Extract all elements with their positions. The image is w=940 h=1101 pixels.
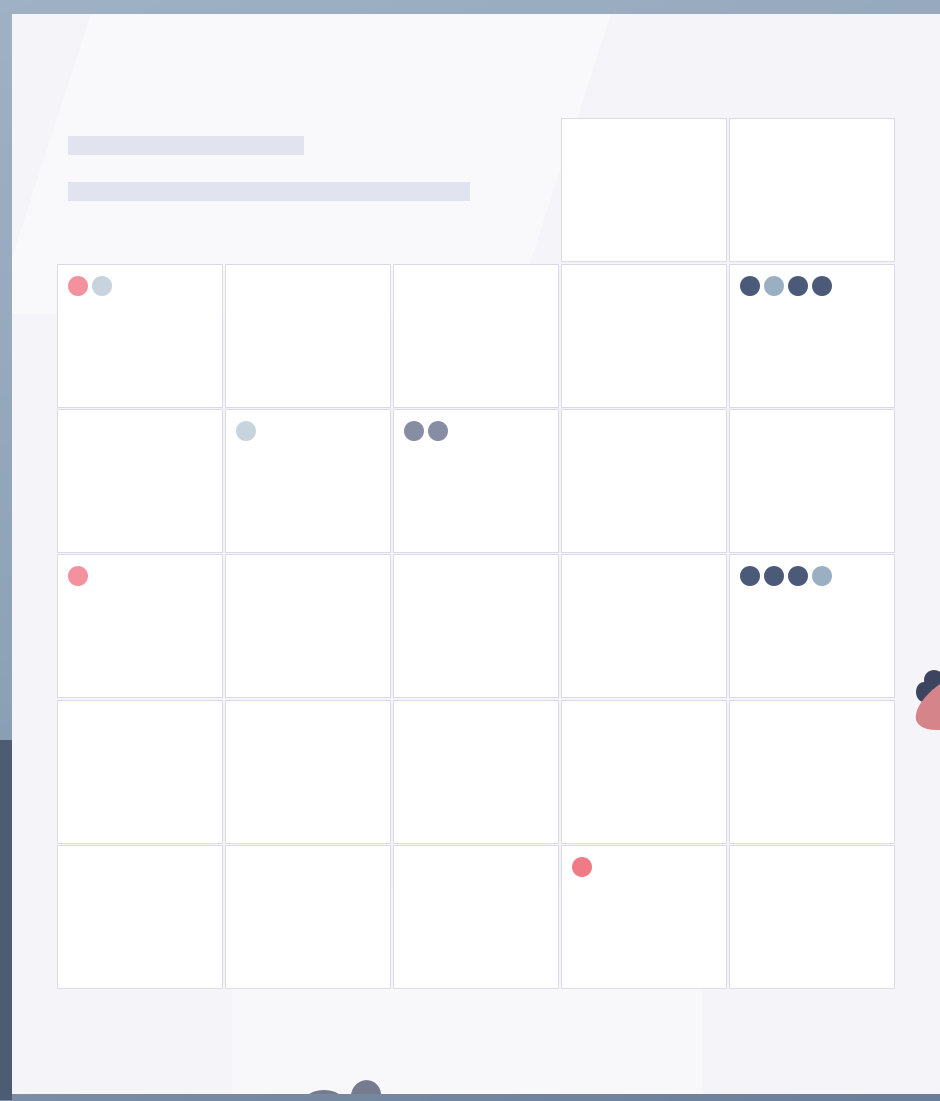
event-dot-icon [812, 276, 832, 296]
person-illustration-icon [915, 670, 940, 730]
subtitle-placeholder-bar [68, 182, 470, 201]
calendar-cell[interactable] [561, 700, 727, 844]
calendar-cell[interactable] [57, 264, 223, 408]
header-cell [729, 118, 895, 262]
calendar-cell[interactable] [57, 554, 223, 698]
calendar-cell[interactable] [561, 409, 727, 553]
event-dot-icon [68, 566, 88, 586]
event-dots [68, 566, 88, 586]
event-dot-icon [428, 421, 448, 441]
plant-leaves-icon [309, 1080, 382, 1094]
calendar-cell[interactable] [393, 700, 559, 844]
title-placeholder-bar [68, 136, 304, 155]
calendar-cell[interactable] [225, 409, 391, 553]
calendar-panel [12, 14, 940, 1094]
event-dot-icon [92, 276, 112, 296]
calendar-cell[interactable] [57, 700, 223, 844]
event-dot-icon [740, 566, 760, 586]
calendar-cell[interactable] [393, 845, 559, 989]
calendar-cell[interactable] [225, 554, 391, 698]
event-dots [740, 276, 832, 296]
event-dot-icon [788, 566, 808, 586]
calendar-cell[interactable] [561, 554, 727, 698]
calendar-cell[interactable] [561, 264, 727, 408]
calendar-cell[interactable] [57, 409, 223, 553]
event-dot-icon [236, 421, 256, 441]
event-dots [68, 276, 112, 296]
calendar-cell[interactable] [729, 700, 895, 844]
event-dot-icon [68, 276, 88, 296]
calendar-cell[interactable] [729, 554, 895, 698]
event-dots [740, 566, 832, 586]
event-dot-icon [740, 276, 760, 296]
event-dots [572, 857, 592, 877]
calendar-cell[interactable] [729, 409, 895, 553]
calendar-cell[interactable] [393, 409, 559, 553]
background-shape-left [0, 740, 12, 1100]
calendar-cell[interactable] [393, 264, 559, 408]
calendar-cell[interactable] [57, 845, 223, 989]
calendar-cell[interactable] [393, 554, 559, 698]
event-dots [236, 421, 256, 441]
calendar-cell[interactable] [225, 845, 391, 989]
event-dot-icon [764, 566, 784, 586]
calendar-cell[interactable] [225, 264, 391, 408]
event-dot-icon [764, 276, 784, 296]
calendar-cell[interactable] [561, 845, 727, 989]
calendar-cell[interactable] [729, 264, 895, 408]
event-dot-icon [572, 857, 592, 877]
event-dot-icon [788, 276, 808, 296]
event-dot-icon [404, 421, 424, 441]
header-cell [561, 118, 727, 262]
event-dots [404, 421, 448, 441]
calendar-cell[interactable] [729, 845, 895, 989]
event-dot-icon [812, 566, 832, 586]
calendar-cell[interactable] [225, 700, 391, 844]
